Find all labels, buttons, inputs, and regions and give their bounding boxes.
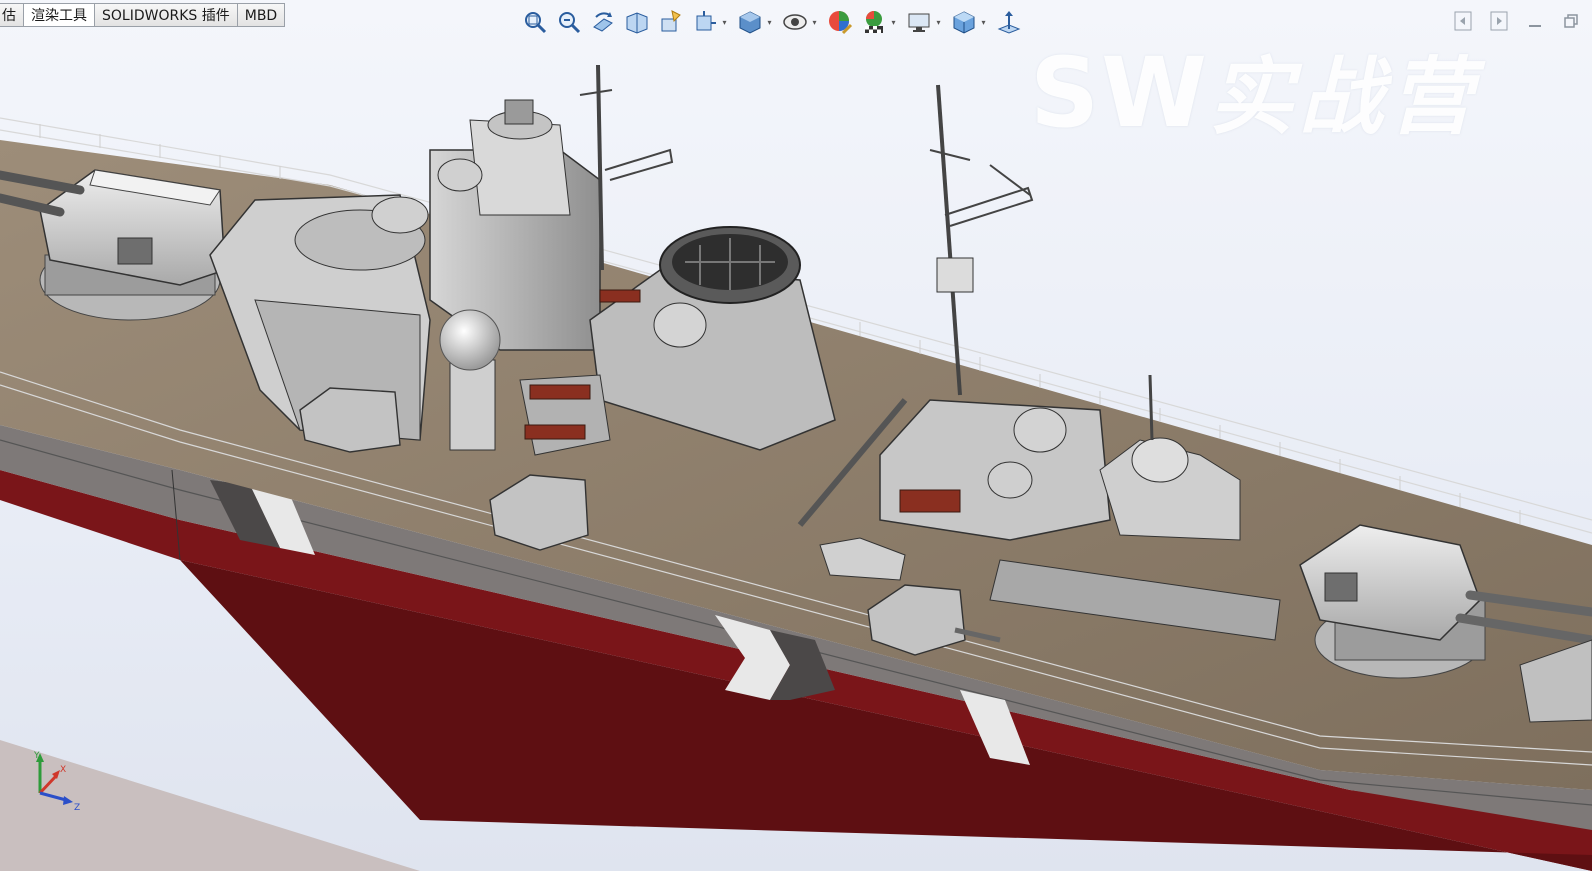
tab-render-tools[interactable]: 渲染工具	[24, 3, 95, 27]
zoom-to-area-icon[interactable]	[554, 7, 584, 37]
view-settings-icon[interactable]	[904, 7, 934, 37]
chevron-down-icon[interactable]: ▾	[720, 7, 729, 37]
triad-y-label: Y	[33, 751, 40, 761]
watermark-latin: SW	[1030, 37, 1210, 149]
tile-right-icon[interactable]	[1488, 10, 1510, 32]
section-view-icon[interactable]	[622, 7, 652, 37]
command-manager-tabs: 估 渲染工具 SOLIDWORKS 插件 MBD	[0, 3, 286, 28]
reference-triad: Y X Z	[22, 748, 92, 818]
view-orientation-icon[interactable]	[690, 7, 720, 37]
dynamic-annotation-views-icon[interactable]	[656, 7, 686, 37]
chevron-down-icon[interactable]: ▾	[810, 7, 819, 37]
tab-solidworks-addins[interactable]: SOLIDWORKS 插件	[95, 3, 238, 27]
tab-mbd[interactable]: MBD	[237, 3, 286, 27]
chevron-down-icon[interactable]: ▾	[889, 7, 898, 37]
tile-left-icon[interactable]	[1452, 10, 1474, 32]
chevron-down-icon[interactable]: ▾	[934, 7, 943, 37]
minimize-icon[interactable]	[1524, 10, 1546, 32]
tab-evaluate[interactable]: 估	[0, 3, 24, 27]
heads-up-view-toolbar: ▾ ▾ ▾ ▾ ▾ ▾	[520, 6, 1024, 38]
radar-dome	[439, 309, 501, 371]
triad-x-label: X	[60, 765, 66, 775]
triad-x-axis	[38, 774, 58, 795]
restore-icon[interactable]	[1560, 10, 1582, 32]
edit-appearance-icon[interactable]	[825, 7, 855, 37]
normal-to-icon[interactable]	[994, 7, 1024, 37]
zoom-to-fit-icon[interactable]	[520, 7, 550, 37]
chevron-down-icon[interactable]: ▾	[765, 7, 774, 37]
watermark: SW实战营	[1030, 30, 1479, 151]
watermark-cn: 实战营	[1209, 47, 1480, 146]
hide-show-items-icon[interactable]	[780, 7, 810, 37]
window-controls	[1452, 10, 1582, 32]
apply-scene-icon[interactable]	[859, 7, 889, 37]
triad-z-label: Z	[74, 803, 80, 813]
previous-view-icon[interactable]	[588, 7, 618, 37]
view-cube-icon[interactable]	[949, 7, 979, 37]
chevron-down-icon[interactable]: ▾	[979, 7, 988, 37]
triad-z-axis	[39, 791, 67, 802]
display-style-icon[interactable]	[735, 7, 765, 37]
